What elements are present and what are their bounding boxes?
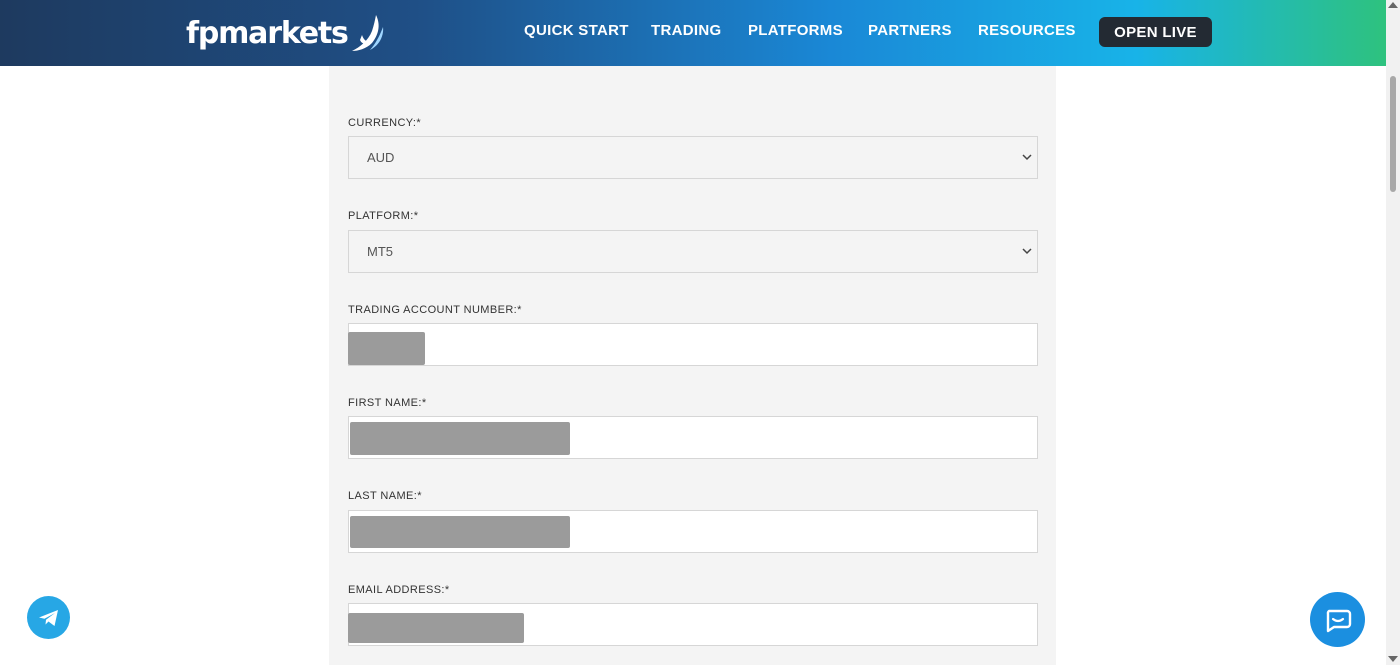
chevron-down-icon bbox=[1022, 248, 1032, 255]
email-input[interactable] bbox=[348, 603, 1038, 646]
redacted-account-number bbox=[348, 332, 425, 365]
scroll-down-arrow-icon[interactable] bbox=[1388, 656, 1398, 662]
live-chat-button[interactable] bbox=[1310, 592, 1365, 647]
platform-label: PLATFORM:* bbox=[348, 210, 419, 222]
chevron-down-icon bbox=[1022, 154, 1032, 161]
email-label: EMAIL ADDRESS:* bbox=[348, 584, 450, 596]
first-name-input[interactable] bbox=[348, 416, 1038, 459]
currency-value: AUD bbox=[367, 150, 395, 165]
last-name-input[interactable] bbox=[348, 510, 1038, 553]
account-number-label: TRADING ACCOUNT NUMBER:* bbox=[348, 304, 522, 316]
site-header: fpmarkets QUICK START TRADING PLATFORMS … bbox=[0, 0, 1386, 66]
telegram-icon bbox=[38, 609, 58, 626]
redacted-first-name bbox=[350, 422, 570, 455]
platform-select[interactable]: MT5 bbox=[348, 230, 1038, 273]
chat-icon bbox=[1326, 609, 1351, 632]
redacted-email bbox=[348, 613, 524, 643]
nav-partners[interactable]: PARTNERS bbox=[868, 22, 952, 39]
telegram-button[interactable] bbox=[27, 596, 70, 639]
logo-text: fpmarkets bbox=[186, 15, 349, 51]
scroll-thumb[interactable] bbox=[1390, 76, 1396, 192]
first-name-label: FIRST NAME:* bbox=[348, 397, 427, 409]
currency-select[interactable]: AUD bbox=[348, 136, 1038, 179]
currency-label: CURRENCY:* bbox=[348, 117, 422, 129]
page-scrollbar[interactable] bbox=[1386, 0, 1400, 665]
platform-value: MT5 bbox=[367, 244, 393, 259]
nav-quick-start[interactable]: QUICK START bbox=[524, 22, 629, 39]
nav-resources[interactable]: RESOURCES bbox=[978, 22, 1076, 39]
redacted-last-name bbox=[350, 516, 570, 548]
nav-platforms[interactable]: PLATFORMS bbox=[748, 22, 843, 39]
account-number-input[interactable] bbox=[348, 323, 1038, 366]
open-live-button[interactable]: OPEN LIVE bbox=[1099, 17, 1212, 47]
scroll-up-arrow-icon[interactable] bbox=[1388, 2, 1398, 8]
nav-trading[interactable]: TRADING bbox=[651, 22, 721, 39]
last-name-label: LAST NAME:* bbox=[348, 490, 422, 502]
fpmarkets-logo[interactable]: fpmarkets bbox=[186, 12, 386, 54]
logo-swoosh-icon bbox=[351, 15, 383, 51]
page: fpmarkets QUICK START TRADING PLATFORMS … bbox=[0, 0, 1400, 665]
